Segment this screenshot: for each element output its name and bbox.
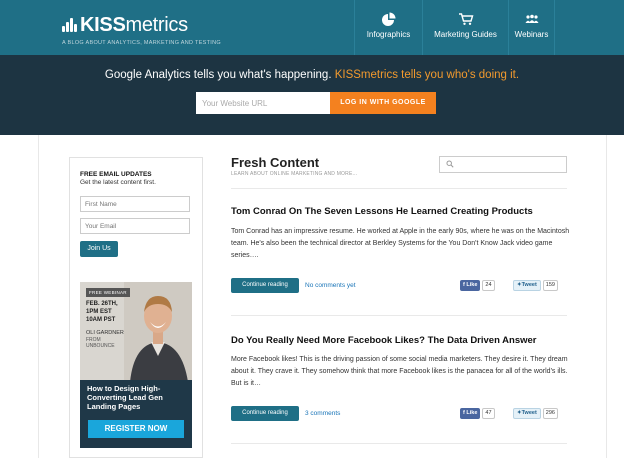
search-icon [446,160,454,168]
post-divider [231,443,567,444]
presenter-name: OLI GARDNER [86,330,124,336]
webinar-date-line: FEB. 26TH, [86,301,118,307]
cart-icon [458,13,473,25]
tweet-label: Tweet [521,410,537,416]
facebook-like-button[interactable]: f Like [460,280,481,291]
hero-banner: Google Analytics tells you what's happen… [0,55,624,135]
login-with-google-button[interactable]: LOG IN WITH GOOGLE [330,92,436,114]
webinar-presenter: OLI GARDNER FROM UNBOUNCE [86,330,126,350]
tweet-label: Tweet [521,282,537,288]
like-count: 47 [482,408,495,419]
logo-light-text: metrics [125,14,188,36]
nav-webinars-label: Webinars [514,30,549,39]
nav-infographics[interactable]: Infographics [354,0,422,55]
nav-webinars[interactable]: Webinars [508,0,555,55]
like-count: 24 [482,280,495,291]
like-label: Like [466,282,478,288]
continue-reading-button[interactable]: Continue reading [231,278,299,293]
email-updates-subheading: Get the latest content first. [80,179,156,186]
pie-chart-icon [381,12,395,26]
facebook-like-widget[interactable]: f Like 47 [460,408,495,419]
continue-reading-button[interactable]: Continue reading [231,406,299,421]
join-us-button[interactable]: Join Us [80,241,118,257]
nav-marketing-guides-label: Marketing Guides [434,30,497,39]
facebook-like-button[interactable]: f Like [460,408,481,419]
post-excerpt: More Facebook likes! This is the driving… [231,356,568,387]
post-title[interactable]: Do You Really Need More Facebook Likes? … [231,335,571,346]
page-frame-right [606,135,607,458]
tweet-widget[interactable]: ✦Tweet 296 [513,408,558,419]
post-divider [231,315,567,316]
page-frame-left [38,135,39,458]
section-divider [231,188,567,189]
top-nav-bar: KISSmetrics A BLOG ABOUT ANALYTICS, MARK… [0,0,624,55]
email-signup-sidebar: FREE EMAIL UPDATES Get the latest conten… [69,157,203,458]
first-name-field[interactable] [80,196,190,212]
hero-headline: Google Analytics tells you what's happen… [0,69,624,81]
page-subtitle: LEARN ABOUT ONLINE MARKETING AND MORE... [231,171,358,177]
nav-marketing-guides[interactable]: Marketing Guides [422,0,508,55]
webinar-time-est: 1PM EST [86,309,112,315]
tweet-button[interactable]: ✦Tweet [513,280,541,291]
webinar-date: FEB. 26TH, 1PM EST 10AM PST [86,300,126,324]
email-updates-heading: FREE EMAIL UPDATES [80,171,152,178]
logo-bars-icon [62,17,77,32]
webinar-title: How to Design High-Converting Lead Gen L… [87,384,163,411]
presenter-company: UNBOUNCE [86,343,115,349]
tweet-widget[interactable]: ✦Tweet 159 [513,280,558,291]
post-excerpt: Tom Conrad has an impressive resume. He … [231,228,570,259]
facebook-like-widget[interactable]: f Like 24 [460,280,495,291]
tweet-count: 159 [542,280,558,291]
site-tagline: A BLOG ABOUT ANALYTICS, MARKETING AND TE… [62,40,221,46]
logo-bold-text: KISS [80,14,126,36]
hero-headline-main: Google Analytics tells you what's happen… [104,69,335,81]
site-logo[interactable]: KISSmetrics [62,14,188,37]
comments-link[interactable]: No comments yet [305,282,356,289]
tweet-button[interactable]: ✦Tweet [513,408,541,419]
comments-link[interactable]: 3 comments [305,410,340,417]
presenter-photo [124,282,192,382]
page-title: Fresh Content [231,155,320,170]
email-field[interactable] [80,218,190,234]
search-input[interactable] [439,156,567,173]
nav-infographics-label: Infographics [366,30,411,39]
webinar-ad[interactable]: FREE WEBINAR FEB. 26TH, 1PM EST 10AM PST… [80,282,192,448]
people-icon [525,14,538,23]
register-now-button[interactable]: REGISTER NOW [88,420,184,438]
post-title[interactable]: Tom Conrad On The Seven Lessons He Learn… [231,206,571,217]
webinar-time-pst: 10AM PST [86,317,116,323]
hero-headline-accent: KISSmetrics tells you who's doing it. [334,69,520,81]
tweet-count: 296 [542,408,558,419]
like-label: Like [466,410,478,416]
free-webinar-badge: FREE WEBINAR [86,288,130,297]
website-url-input[interactable] [196,92,330,114]
